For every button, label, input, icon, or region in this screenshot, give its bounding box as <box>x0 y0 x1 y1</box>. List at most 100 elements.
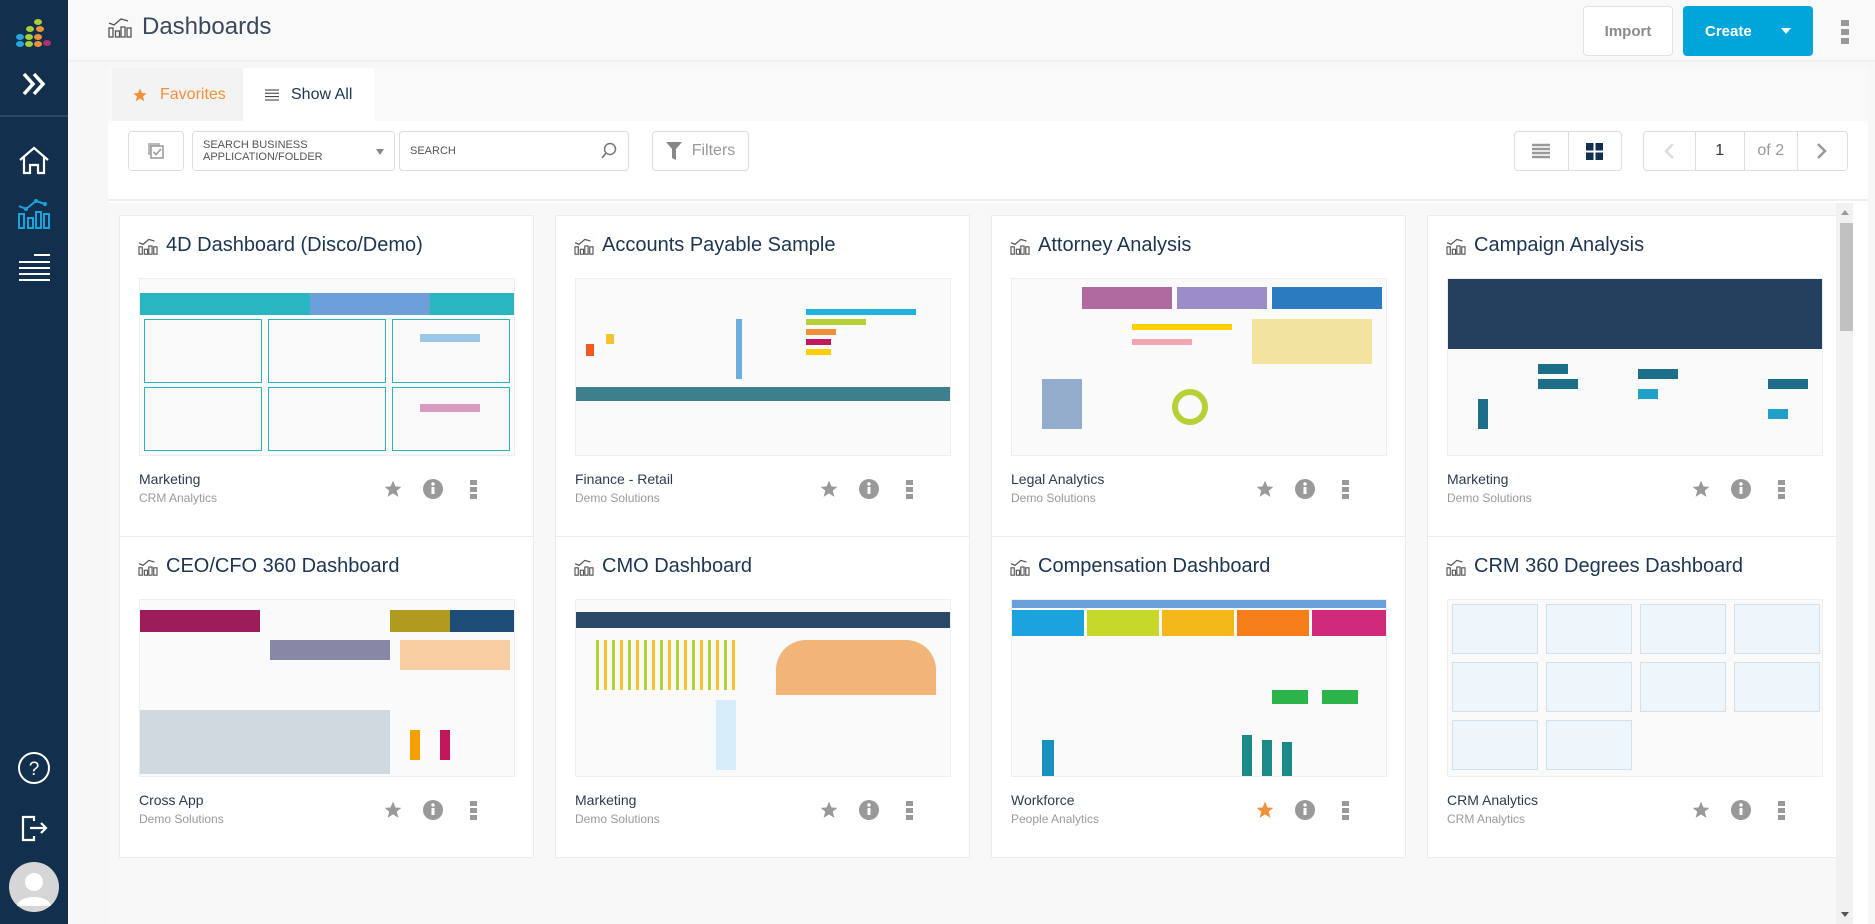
dashboard-card[interactable]: Attorney Analysis Legal Analytics Demo Sol… <box>991 215 1406 537</box>
dashboard-card[interactable]: CMO Dashboard Marketing Demo Solutions <box>555 536 970 858</box>
card-subcategory: Demo Solutions <box>575 812 660 826</box>
multi-select-button[interactable] <box>128 131 184 171</box>
info-icon <box>859 800 879 820</box>
sidebar-item-menu[interactable] <box>0 248 68 288</box>
tab-favorites[interactable]: Favorites <box>112 68 243 121</box>
card-subcategory: Demo Solutions <box>139 812 224 826</box>
list-view-icon <box>1532 143 1551 159</box>
card-title[interactable]: CMO Dashboard <box>574 555 752 578</box>
favorite-button[interactable] <box>382 478 404 500</box>
card-thumbnail[interactable] <box>575 599 951 777</box>
grid-view-button[interactable] <box>1567 131 1621 171</box>
info-icon <box>423 479 443 499</box>
card-title[interactable]: 4D Dashboard (Disco/Demo) <box>138 234 423 257</box>
info-button[interactable] <box>422 799 444 821</box>
page-number-input[interactable]: 1 <box>1694 131 1745 171</box>
card-thumbnail[interactable] <box>1011 278 1387 456</box>
dashboard-chart-icon <box>574 559 594 576</box>
pagination: 1 of 2 <box>1643 131 1848 171</box>
card-thumbnail[interactable] <box>1447 278 1823 456</box>
dashboard-card[interactable]: CEO/CFO 360 Dashboard Cross App Demo Solut… <box>119 536 534 858</box>
scroll-up-arrow[interactable] <box>1841 210 1849 215</box>
card-thumbnail[interactable] <box>1447 599 1823 777</box>
sidebar-divider <box>0 115 68 117</box>
kebab-icon <box>469 479 477 499</box>
sidebar-item-help[interactable]: ? <box>0 748 68 788</box>
dashboard-card[interactable]: Campaign Analysis Marketing Demo Solutions <box>1427 215 1836 537</box>
dashboard-card[interactable]: Accounts Payable Sample Finance - Retail D… <box>555 215 970 537</box>
card-subcategory: People Analytics <box>1011 812 1100 826</box>
search-input[interactable] <box>410 145 590 157</box>
info-button[interactable] <box>858 799 880 821</box>
favorite-button[interactable] <box>818 799 840 821</box>
card-title[interactable]: CEO/CFO 360 Dashboard <box>138 555 399 578</box>
page-header: Dashboards Import Create <box>68 0 1875 62</box>
next-page-button[interactable] <box>1796 131 1848 171</box>
card-thumbnail[interactable] <box>1011 599 1387 777</box>
favorite-button[interactable] <box>1254 478 1276 500</box>
chevron-down-icon[interactable] <box>1781 28 1791 34</box>
card-more-button[interactable] <box>1334 799 1356 821</box>
import-button[interactable]: Import <box>1583 6 1673 56</box>
info-button[interactable] <box>1294 478 1316 500</box>
profile-avatar[interactable] <box>0 862 68 912</box>
create-button[interactable]: Create <box>1683 6 1813 56</box>
info-button[interactable] <box>1730 799 1752 821</box>
card-category: Cross App <box>139 792 204 808</box>
star-icon <box>820 801 838 818</box>
card-more-button[interactable] <box>1770 478 1792 500</box>
prev-page-button[interactable] <box>1644 131 1695 171</box>
card-title-text: Compensation Dashboard <box>1038 555 1271 577</box>
kebab-dot <box>1841 29 1849 35</box>
card-more-button[interactable] <box>1770 799 1792 821</box>
list-view-button[interactable] <box>1515 131 1568 171</box>
star-icon <box>1692 801 1710 818</box>
star-icon <box>1256 801 1274 818</box>
favorite-button[interactable] <box>1690 799 1712 821</box>
folder-select[interactable]: SEARCH BUSINESS APPLICATION/FOLDER <box>192 131 395 171</box>
card-thumbnail[interactable] <box>139 599 515 777</box>
card-more-button[interactable] <box>898 799 920 821</box>
app-logo[interactable] <box>0 12 68 52</box>
main-panel: Favorites Show All SEARCH BUSINESS APPLI… <box>108 68 1868 924</box>
card-title[interactable]: Attorney Analysis <box>1010 234 1191 257</box>
card-thumbnail[interactable] <box>575 278 951 456</box>
card-title[interactable]: Campaign Analysis <box>1446 234 1644 257</box>
scrollbar[interactable] <box>1836 203 1853 924</box>
scroll-down-arrow[interactable] <box>1841 912 1849 917</box>
dashboard-card[interactable]: CRM 360 Degrees Dashboard CRM Analytics CR… <box>1427 536 1836 858</box>
dashboard-card[interactable]: Compensation Dashboard Workforce People An… <box>991 536 1406 858</box>
card-more-button[interactable] <box>462 799 484 821</box>
card-thumbnail[interactable] <box>139 278 515 456</box>
info-button[interactable] <box>422 478 444 500</box>
info-button[interactable] <box>858 478 880 500</box>
favorite-button[interactable] <box>1690 478 1712 500</box>
card-more-button[interactable] <box>1334 478 1356 500</box>
tab-show-all-label: Show All <box>291 85 353 103</box>
card-title[interactable]: Compensation Dashboard <box>1010 555 1270 578</box>
card-subcategory: Demo Solutions <box>575 491 660 505</box>
splash-logo-icon <box>16 19 51 47</box>
sidebar-item-logout[interactable] <box>0 808 68 848</box>
expand-sidebar-button[interactable] <box>0 64 68 104</box>
favorite-button[interactable] <box>382 799 404 821</box>
card-title[interactable]: Accounts Payable Sample <box>574 234 835 257</box>
info-icon <box>859 479 879 499</box>
scroll-thumb[interactable] <box>1840 223 1853 331</box>
info-button[interactable] <box>1730 478 1752 500</box>
sidebar-item-dashboards[interactable] <box>0 193 68 233</box>
more-options-button[interactable] <box>1838 20 1852 44</box>
search-box[interactable] <box>399 131 629 171</box>
kebab-icon <box>469 800 477 820</box>
favorite-button[interactable] <box>818 478 840 500</box>
sidebar-item-home[interactable] <box>0 140 68 180</box>
card-category: Finance - Retail <box>575 471 674 487</box>
tab-show-all[interactable]: Show All <box>243 68 374 121</box>
card-more-button[interactable] <box>462 478 484 500</box>
info-button[interactable] <box>1294 799 1316 821</box>
card-title[interactable]: CRM 360 Degrees Dashboard <box>1446 555 1743 578</box>
dashboard-card[interactable]: 4D Dashboard (Disco/Demo) Marketing CRM An… <box>119 215 534 537</box>
filters-button[interactable]: Filters <box>652 131 749 171</box>
card-more-button[interactable] <box>898 478 920 500</box>
favorite-button[interactable] <box>1254 799 1276 821</box>
